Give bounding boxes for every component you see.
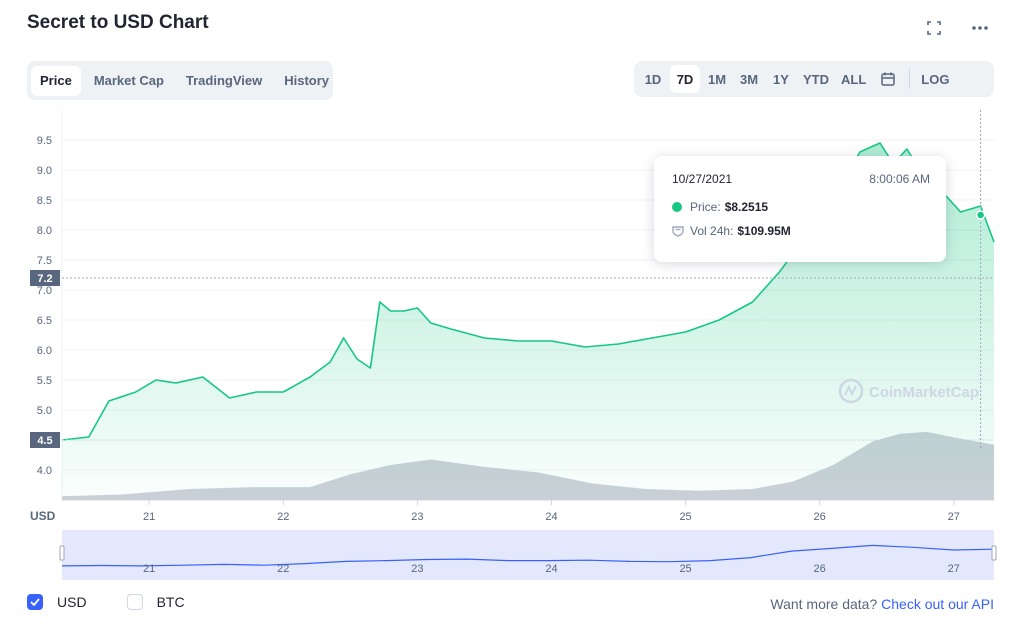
navigator-tick-label: 27 xyxy=(948,563,960,575)
chart-actions xyxy=(924,18,990,38)
y-tick-label: 6.0 xyxy=(37,345,52,357)
range-1d[interactable]: 1D xyxy=(638,65,668,93)
navigator-tick-label: 26 xyxy=(814,563,826,575)
range-7d[interactable]: 7D xyxy=(670,65,700,93)
btc-label: BTC xyxy=(156,594,185,610)
currency-toggles: USD BTC xyxy=(27,594,225,610)
tooltip-date: 10/27/2021 xyxy=(672,172,733,186)
y-tick-label: 5.5 xyxy=(37,375,52,387)
tooltip-price-value: $8.2515 xyxy=(724,200,769,214)
tab-price[interactable]: Price xyxy=(31,65,81,96)
tooltip-vol-label: Vol 24h: xyxy=(690,224,734,238)
usd-checkbox[interactable] xyxy=(27,594,43,610)
shield-icon xyxy=(672,225,684,237)
x-axis-label: USD xyxy=(30,509,56,523)
navigator-right-handle[interactable] xyxy=(991,545,997,561)
x-tick-label: 27 xyxy=(948,511,960,523)
fullscreen-icon[interactable] xyxy=(924,18,944,38)
tooltip-price-label: Price: xyxy=(690,200,721,214)
x-tick-label: 23 xyxy=(411,511,423,523)
y-tick-label: 8.0 xyxy=(37,225,52,237)
y-tick-label: 5.0 xyxy=(37,405,52,417)
navigator-left-handle[interactable] xyxy=(59,545,65,561)
usd-label: USD xyxy=(57,594,87,610)
y-tick-label: 7.0 xyxy=(37,285,52,297)
y-tick-label: 9.5 xyxy=(37,135,52,147)
hover-point xyxy=(975,210,986,220)
api-link[interactable]: Check out our API xyxy=(881,596,994,612)
more-horizontal-icon[interactable] xyxy=(970,18,990,38)
range-1m[interactable]: 1M xyxy=(702,65,732,93)
tab-market-cap[interactable]: Market Cap xyxy=(85,66,173,96)
more-data-text: Want more data? xyxy=(770,596,878,612)
y-tick-label: 6.5 xyxy=(37,315,52,327)
range-all[interactable]: ALL xyxy=(836,65,871,93)
navigator-tick-label: 23 xyxy=(411,563,423,575)
range-ytd[interactable]: YTD xyxy=(798,65,834,93)
btc-checkbox[interactable] xyxy=(126,594,143,610)
x-tick-label: 25 xyxy=(679,511,691,523)
tab-history[interactable]: History xyxy=(275,66,338,96)
navigator-tick-label: 24 xyxy=(545,563,557,575)
navigator-tick-label: 25 xyxy=(679,563,691,575)
range-3m[interactable]: 3M xyxy=(734,65,764,93)
navigator-window[interactable] xyxy=(62,530,994,580)
tooltip-time: 8:00:06 AM xyxy=(869,172,930,186)
navigator-tick-label: 21 xyxy=(143,563,155,575)
x-tick-label: 26 xyxy=(814,511,826,523)
tab-tradingview[interactable]: TradingView xyxy=(177,66,271,96)
x-tick-label: 21 xyxy=(143,511,155,523)
y-tick-label: 7.5 xyxy=(37,255,52,267)
y-tick-label: 8.5 xyxy=(37,195,52,207)
range-1y[interactable]: 1Y xyxy=(766,65,796,93)
chart-type-tabs: Price Market Cap TradingView History xyxy=(27,61,333,100)
y-tick-label: 9.0 xyxy=(37,165,52,177)
page-title: Secret to USD Chart xyxy=(27,12,209,33)
calendar-icon[interactable] xyxy=(873,65,903,93)
chart-tooltip: 10/27/2021 8:00:06 AM Price: $8.2515 Vol… xyxy=(654,156,946,262)
navigator-tick-label: 22 xyxy=(277,563,289,575)
x-tick-label: 22 xyxy=(277,511,289,523)
range-divider xyxy=(909,69,911,89)
time-range-selector: 1D 7D 1M 3M 1Y YTD ALL LOG xyxy=(634,61,994,97)
x-tick-label: 24 xyxy=(545,511,557,523)
log-scale-toggle[interactable]: LOG xyxy=(916,65,954,93)
watermark-text: CoinMarketCap xyxy=(869,384,979,401)
tooltip-vol-value: $109.95M xyxy=(737,224,791,238)
price-dot-icon xyxy=(672,202,682,212)
current-price-label: 7.2 xyxy=(37,273,52,285)
y-tick-label: 4.0 xyxy=(37,465,52,477)
api-promo: Want more data? Check out our API xyxy=(770,596,994,612)
open-price-label: 4.5 xyxy=(37,435,52,447)
